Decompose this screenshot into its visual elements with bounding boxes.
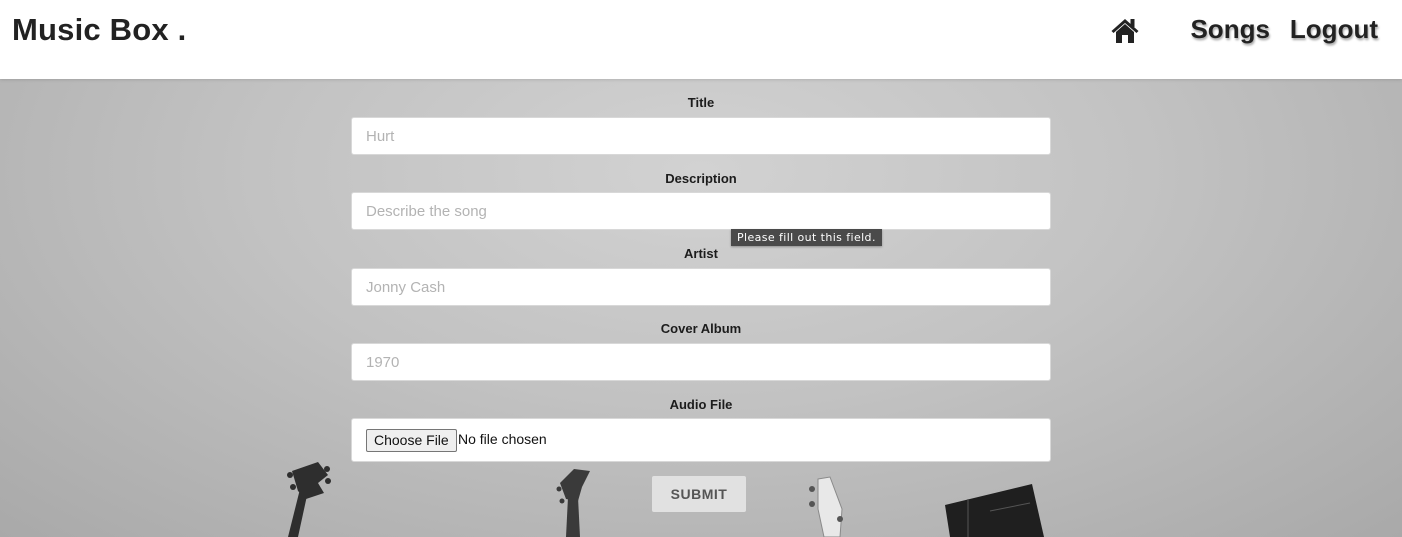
audio-file-label: Audio File [669, 397, 733, 412]
home-icon[interactable] [1110, 15, 1140, 45]
description-input[interactable] [351, 192, 1051, 230]
nav-link-songs[interactable]: Songs [1190, 14, 1269, 45]
artist-input[interactable] [351, 268, 1051, 306]
top-navbar: Music Box . Songs Logout [0, 0, 1402, 79]
title-label: Title [687, 95, 715, 110]
file-status-text: No file chosen [458, 431, 547, 447]
validation-tooltip: Please fill out this field. [731, 229, 882, 246]
cover-album-label: Cover Album [660, 321, 742, 336]
artist-label: Artist [684, 246, 718, 261]
cover-album-input[interactable] [351, 343, 1051, 381]
audio-file-input: Choose File No file chosen [351, 418, 1051, 462]
submit-button[interactable]: SUBMIT [652, 476, 746, 512]
nav-links: Songs Logout [1110, 14, 1378, 45]
description-label: Description [665, 171, 737, 186]
choose-file-button[interactable]: Choose File [366, 429, 457, 452]
background-hero: Title Description Artist Cover Album Aud… [0, 79, 1402, 537]
nav-link-logout[interactable]: Logout [1290, 14, 1378, 45]
title-input[interactable] [351, 117, 1051, 155]
brand-logo[interactable]: Music Box . [12, 12, 186, 48]
